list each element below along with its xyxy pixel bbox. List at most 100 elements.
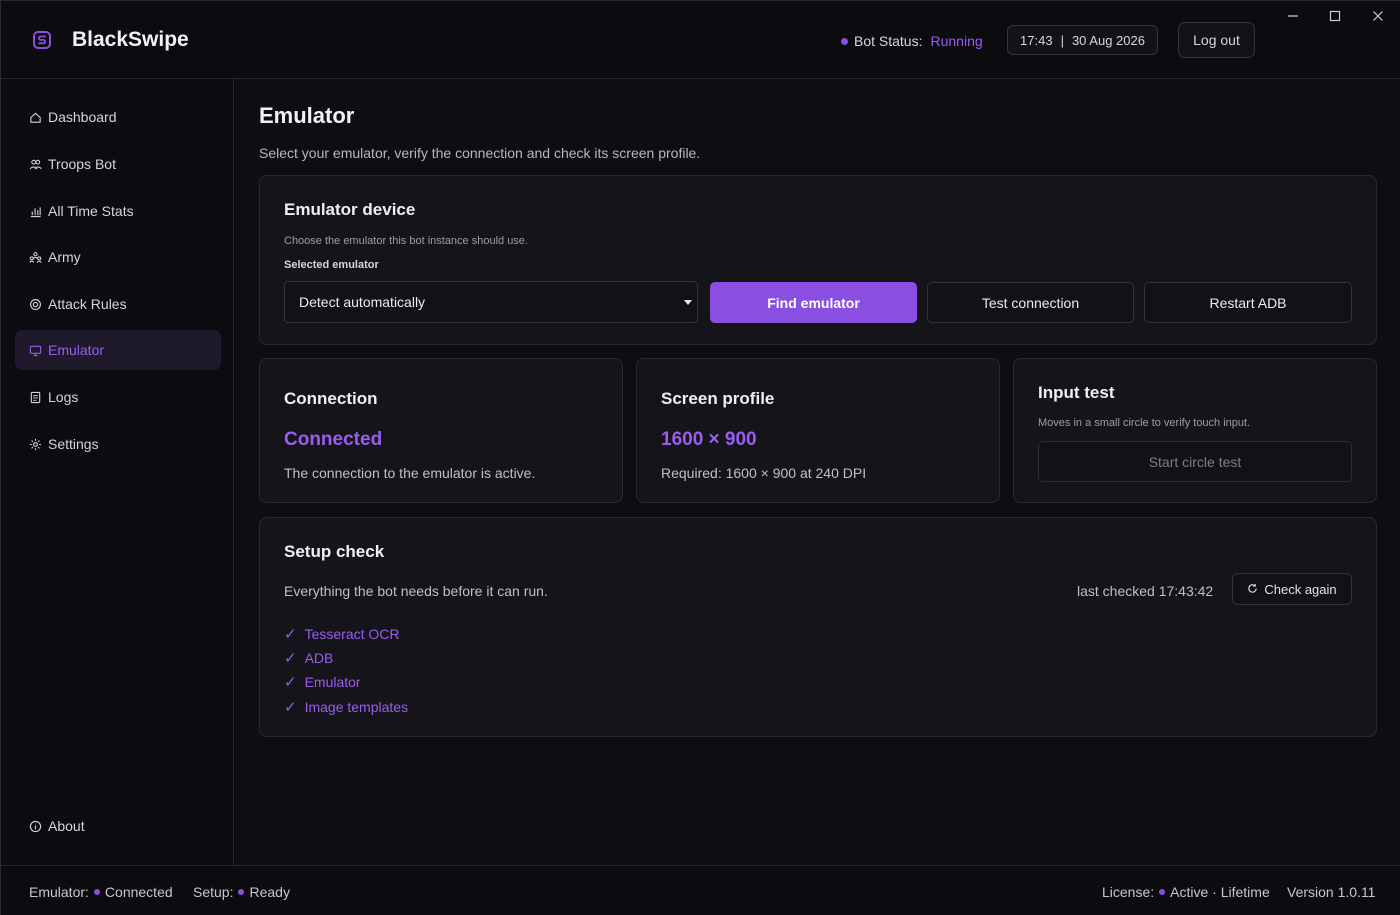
document-icon (29, 391, 42, 404)
checkmark-icon: ✓ (284, 650, 297, 667)
check-again-label: Check again (1264, 581, 1337, 597)
sidebar-item-troops-bot[interactable]: Troops Bot (15, 144, 221, 184)
setup-check-card: Setup check Everything the bot needs bef… (259, 517, 1377, 737)
status-dot-icon (238, 889, 245, 895)
card-description: Everything the bot needs before it can r… (284, 583, 548, 599)
sidebar-item-label: About (48, 818, 85, 834)
page-title: Emulator (259, 103, 355, 128)
screen-requirement: Required: 1600 × 900 at 240 DPI (661, 465, 867, 481)
chevron-down-icon (684, 300, 692, 305)
checkmark-icon: ✓ (284, 626, 297, 643)
close-icon[interactable] (1362, 5, 1394, 27)
sidebar-item-label: Settings (48, 436, 99, 452)
bot-status-label: Bot Status: (854, 33, 923, 49)
connection-status-value: Connected (284, 429, 383, 450)
date-text: 30 Aug 2026 (1071, 32, 1145, 48)
footer-emulator-label: Emulator: (29, 884, 89, 900)
card-title: Emulator device (284, 200, 416, 219)
list-item: ✓ Emulator (284, 673, 361, 691)
checkmark-icon: ✓ (284, 699, 297, 716)
restart-adb-button[interactable]: Restart ADB (1144, 282, 1352, 323)
sidebar-item-army[interactable]: Army (15, 237, 221, 277)
sidebar-item-all-time-stats[interactable]: All Time Stats (15, 191, 221, 231)
target-icon (29, 298, 42, 311)
sidebar-item-label: Army (48, 249, 81, 265)
sidebar-item-attack-rules[interactable]: Attack Rules (15, 284, 221, 324)
card-description: Choose the emulator this bot instance sh… (284, 235, 528, 247)
sidebar-item-label: Emulator (48, 342, 105, 358)
emulator-select[interactable]: Detect automatically (284, 281, 698, 323)
sidebar-item-label: All Time Stats (48, 203, 134, 219)
connection-card: Connection Connected The connection to t… (259, 358, 623, 503)
emulator-select-value: Detect automatically (299, 294, 426, 310)
start-circle-test-button[interactable]: Start circle test (1038, 441, 1352, 482)
gear-icon (29, 438, 42, 451)
card-description: Moves in a small circle to verify touch … (1038, 417, 1251, 429)
app-logo-icon (33, 31, 51, 49)
sidebar-item-label: Logs (48, 389, 79, 405)
sidebar-item-about[interactable]: About (15, 806, 221, 846)
screen-resolution-value: 1600 × 900 (661, 429, 757, 450)
connection-description: The connection to the emulator is active… (284, 465, 536, 481)
card-title: Connection (284, 389, 378, 408)
app-window: BlackSwipe Bot Status: Running 17:43 | 3… (0, 0, 1400, 915)
app-header: BlackSwipe Bot Status: Running 17:43 | 3… (1, 1, 1400, 79)
sidebar-item-dashboard[interactable]: Dashboard (15, 97, 221, 137)
group-icon (29, 251, 42, 264)
status-dot-icon (1159, 889, 1166, 895)
sidebar-item-label: Troops Bot (48, 156, 116, 172)
sidebar-item-label: Dashboard (48, 109, 117, 125)
input-test-card: Input test Moves in a small circle to ve… (1013, 358, 1377, 503)
card-title: Screen profile (661, 389, 775, 408)
main-content: Emulator Select your emulator, verify th… (235, 79, 1400, 865)
users-icon (29, 158, 42, 171)
screen-profile-card: Screen profile 1600 × 900 Required: 1600… (636, 358, 1000, 503)
footer-setup-label: Setup: (193, 884, 234, 900)
monitor-icon (29, 344, 42, 357)
list-item: ✓ ADB (284, 649, 333, 667)
sidebar-item-emulator[interactable]: Emulator (15, 330, 221, 370)
checkmark-icon: ✓ (284, 674, 297, 691)
bot-status-value: Running (930, 33, 983, 49)
field-label: Selected emulator (284, 259, 379, 271)
date-separator: | (1060, 32, 1064, 48)
refresh-icon (1247, 582, 1258, 597)
status-bar: Emulator: Connected Setup: Ready License… (1, 865, 1400, 915)
footer-setup-value: Ready (249, 884, 290, 900)
emulator-device-card: Emulator device Choose the emulator this… (259, 175, 1377, 345)
check-item-label: ADB (304, 650, 334, 666)
sidebar-item-settings[interactable]: Settings (15, 424, 221, 464)
footer-license-label: License: (1102, 884, 1155, 900)
check-item-label: Image templates (304, 699, 409, 715)
list-item: ✓ Tesseract OCR (284, 625, 400, 643)
card-title: Input test (1038, 383, 1115, 402)
footer-setup-status: Setup: Ready (193, 884, 290, 900)
info-icon (29, 820, 42, 833)
check-again-button[interactable]: Check again (1232, 573, 1352, 605)
maximize-icon[interactable] (1319, 5, 1351, 27)
footer-emulator-status: Emulator: Connected (29, 884, 173, 900)
datetime-badge: 17:43 | 30 Aug 2026 (1007, 25, 1158, 55)
footer-license-value: Active · Lifetime (1170, 884, 1270, 900)
bar-chart-icon (29, 205, 42, 218)
footer-emulator-value: Connected (104, 884, 173, 900)
app-name: BlackSwipe (72, 28, 189, 51)
time-text: 17:43 (1020, 32, 1053, 48)
bot-status: Bot Status: Running (841, 33, 983, 49)
footer-version: Version 1.0.11 (1287, 884, 1376, 900)
home-icon (29, 111, 42, 124)
check-item-label: Tesseract OCR (304, 626, 400, 642)
find-emulator-button[interactable]: Find emulator (710, 282, 917, 323)
logout-button[interactable]: Log out (1178, 22, 1255, 58)
footer-license-status: License: Active · Lifetime (1102, 884, 1270, 900)
last-checked-text: last checked 17:43:42 (1077, 583, 1214, 599)
minimize-icon[interactable] (1277, 5, 1309, 27)
card-title: Setup check (284, 542, 385, 561)
sidebar-item-logs[interactable]: Logs (15, 377, 221, 417)
list-item: ✓ Image templates (284, 698, 408, 716)
status-dot-icon (841, 37, 848, 45)
check-item-label: Emulator (304, 674, 361, 690)
sidebar: Dashboard Troops Bot All Time Stats Army… (1, 79, 234, 865)
test-connection-button[interactable]: Test connection (927, 282, 1134, 323)
page-subtitle: Select your emulator, verify the connect… (259, 145, 701, 161)
